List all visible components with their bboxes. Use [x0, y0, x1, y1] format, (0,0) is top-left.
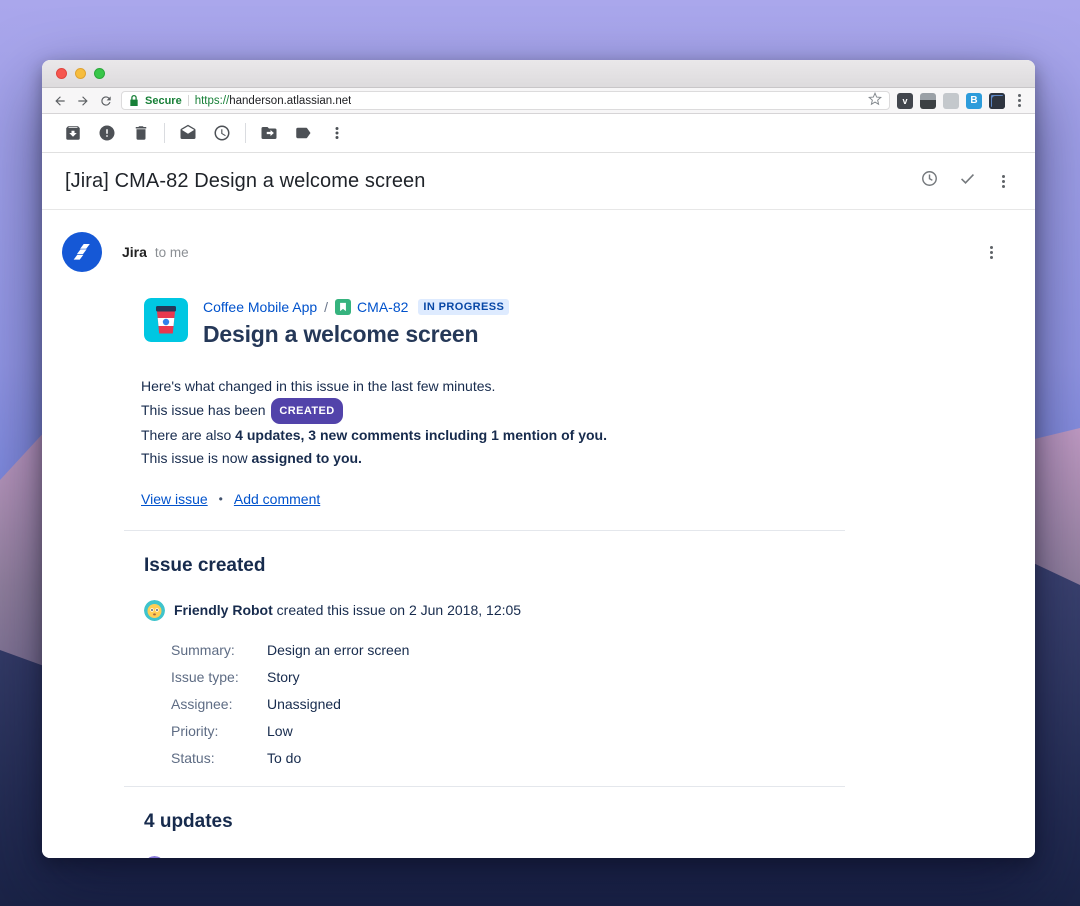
mail-toolbar: [42, 114, 1035, 153]
kathy-smith-avatar: [148, 855, 161, 858]
more-actions-icon[interactable]: [320, 121, 354, 145]
forward-button[interactable]: [75, 93, 91, 109]
status-badge: IN PROGRESS: [418, 299, 510, 315]
secure-label: Secure: [145, 94, 182, 107]
mark-read-icon[interactable]: [171, 121, 205, 145]
breadcrumb-separator: /: [324, 299, 329, 315]
page-url: https://handerson.atlassian.net: [195, 95, 352, 107]
url-domain: handerson.atlassian.net: [229, 94, 352, 107]
email-action-links: View issue • Add comment: [141, 491, 975, 507]
browser-menu-icon[interactable]: [1014, 94, 1025, 107]
issue-header: Coffee Mobile App / CMA-82 IN PROGRESS D…: [144, 298, 975, 348]
extension-icon-2[interactable]: [920, 92, 936, 109]
message-more-icon[interactable]: [986, 245, 997, 259]
field-row-status: Status: To do: [171, 750, 302, 767]
add-comment-link[interactable]: Add comment: [234, 491, 320, 507]
section-divider: [124, 785, 845, 787]
bookmark-star-icon[interactable]: [868, 91, 882, 109]
updates-heading: 4 updates: [144, 810, 233, 832]
extension-icon-3[interactable]: [943, 92, 959, 109]
email-subject-row: [Jira] CMA-82 Design a welcome screen: [42, 153, 1035, 210]
url-scheme: https://: [194, 94, 230, 107]
field-row-summary: Summary: Design an error screen: [171, 642, 410, 659]
field-row-priority: Priority: Low: [171, 723, 293, 740]
section-divider: [124, 529, 845, 531]
summary-line-4: This issue is now assigned to you.: [141, 450, 362, 467]
email-more-icon[interactable]: [998, 174, 1009, 188]
recipient-label[interactable]: to me: [155, 245, 189, 260]
project-avatar-coffee-icon: [144, 298, 188, 342]
minimize-window-button[interactable]: [75, 68, 86, 79]
archive-icon[interactable]: [56, 121, 90, 145]
update-actor-row: Kathy Smith updated the issue on 2 Jun 2…: [144, 855, 975, 858]
snooze-icon[interactable]: [205, 121, 239, 145]
back-button[interactable]: [52, 93, 68, 109]
issue-created-actor-row: Friendly Robot created this issue on 2 J…: [144, 599, 975, 621]
browser-window: Secure https://handerson.atlassian.net v…: [42, 60, 1035, 858]
window-titlebar: [42, 60, 1035, 88]
toolbar-divider: [164, 123, 165, 143]
toolbar-divider: [245, 123, 246, 143]
link-separator-bullet: •: [218, 491, 223, 506]
pocket-extension-icon[interactable]: v: [897, 92, 913, 109]
extension-icon-5[interactable]: [989, 92, 1005, 109]
breadcrumb: Coffee Mobile App / CMA-82 IN PROGRESS: [203, 298, 510, 316]
reload-button[interactable]: [98, 93, 114, 109]
browser-toolbar: Secure https://handerson.atlassian.net v…: [42, 88, 1035, 114]
change-summary: Here's what changed in this issue in the…: [141, 375, 975, 470]
friendly-robot-avatar: [144, 599, 165, 621]
story-type-icon: [335, 299, 352, 315]
address-bar-divider: [187, 95, 189, 106]
issue-created-meta: Friendly Robot created this issue on 2 J…: [174, 602, 522, 619]
report-spam-icon[interactable]: [90, 121, 124, 145]
secure-lock-icon: [129, 95, 139, 106]
close-window-button[interactable]: [56, 68, 67, 79]
labels-icon[interactable]: [286, 121, 320, 145]
jira-logo-avatar: [62, 232, 102, 272]
extension-icon-b[interactable]: B: [966, 92, 982, 109]
project-link[interactable]: Coffee Mobile App: [203, 299, 317, 315]
delete-icon[interactable]: [124, 121, 158, 145]
summary-line-3: There are also 4 updates, 3 new comments…: [141, 427, 607, 444]
email-body-area: Jira to me Coffee Mobile App / CMA-82 IN…: [42, 210, 1035, 858]
created-badge: CREATED: [271, 397, 343, 425]
email-content: Coffee Mobile App / CMA-82 IN PROGRESS D…: [124, 298, 1035, 858]
issue-title: Design a welcome screen: [203, 321, 479, 347]
summary-line-1: Here's what changed in this issue in the…: [141, 378, 496, 394]
field-row-assignee: Assignee: Unassigned: [171, 696, 341, 713]
issue-created-heading: Issue created: [144, 554, 266, 576]
snooze-email-icon[interactable]: [920, 169, 939, 193]
desktop: Secure https://handerson.atlassian.net v…: [0, 0, 1080, 906]
field-row-issue-type: Issue type: Story: [171, 669, 300, 686]
move-to-icon[interactable]: [252, 121, 286, 145]
address-bar[interactable]: Secure https://handerson.atlassian.net: [121, 91, 890, 110]
summary-line-2: This issue has been CREATED: [141, 397, 975, 425]
issue-key-link[interactable]: CMA-82: [357, 299, 408, 315]
sender-row: Jira to me: [42, 210, 1035, 272]
email-subject: [Jira] CMA-82 Design a welcome screen: [65, 169, 426, 192]
sender-name: Jira: [122, 244, 147, 260]
issue-fields: Summary: Design an error screen Issue ty…: [141, 637, 975, 772]
view-issue-link[interactable]: View issue: [141, 491, 208, 507]
zoom-window-button[interactable]: [94, 68, 105, 79]
mark-done-icon[interactable]: [958, 169, 977, 193]
